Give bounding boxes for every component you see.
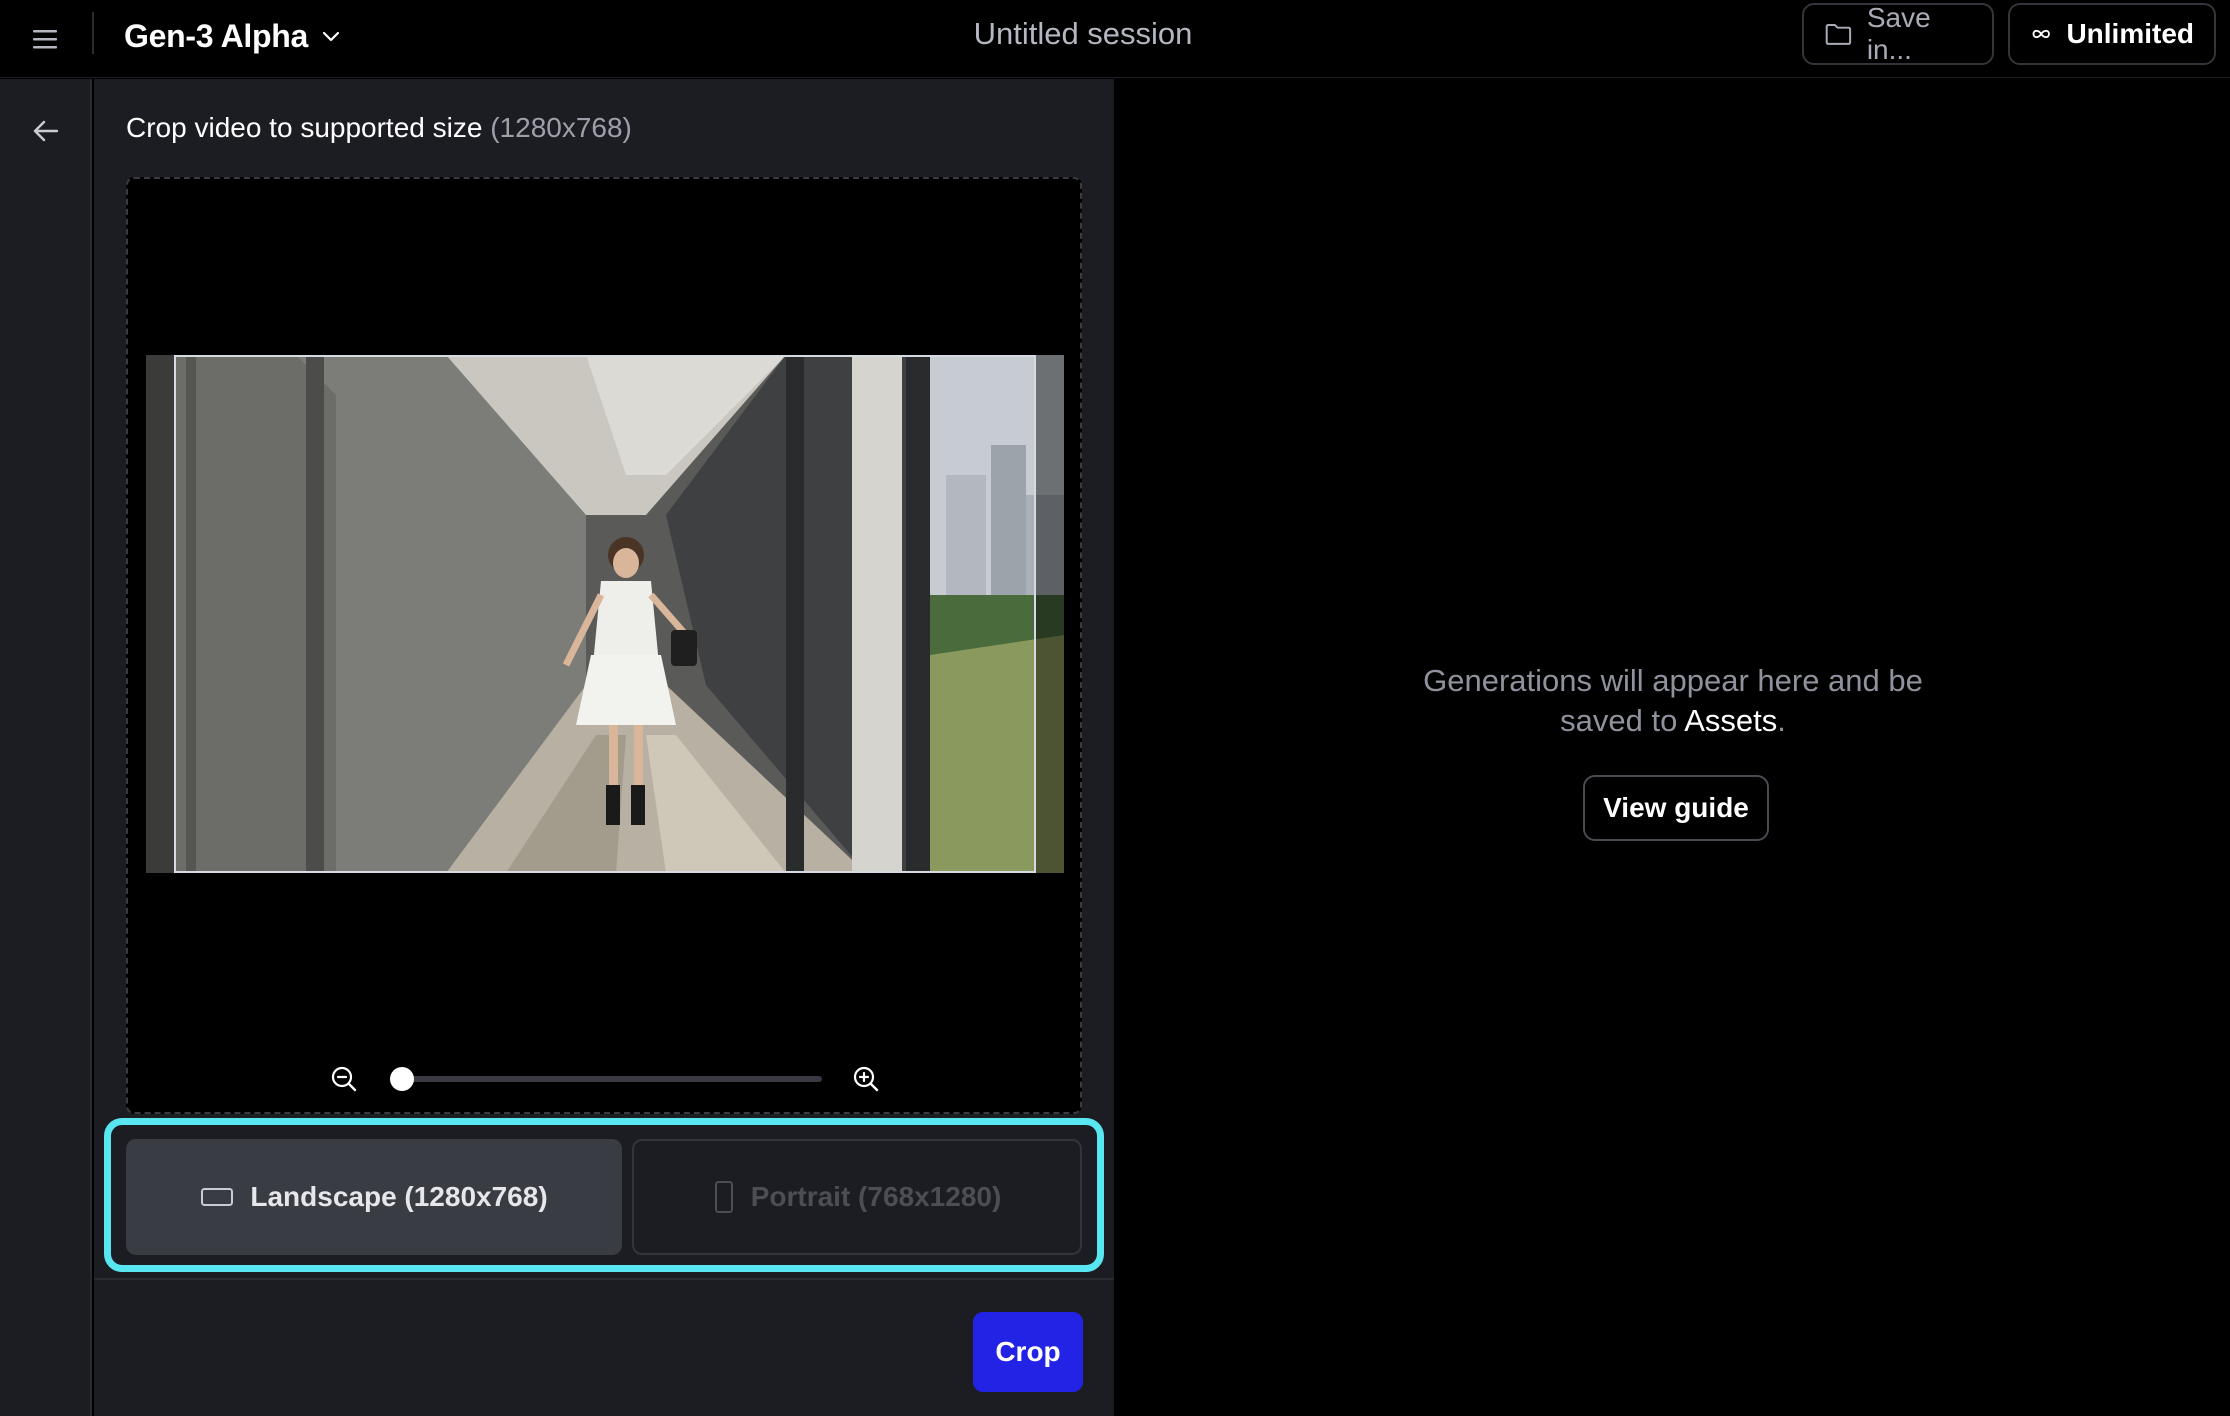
generations-empty-state: Generations will appear here and be save…: [1116, 79, 2230, 1416]
arrow-left-icon: [33, 120, 59, 142]
crop-button[interactable]: Crop: [973, 1312, 1083, 1392]
session-title[interactable]: Untitled session: [974, 16, 1193, 52]
empty-state-line-1: Generations will appear here and be: [1423, 663, 1923, 698]
zoom-in-button[interactable]: [850, 1063, 882, 1095]
crop-panel: Crop video to supported size (1280x768): [94, 79, 1114, 1416]
panel-divider: [94, 1278, 1114, 1280]
portrait-option-label: Portrait (768x1280): [750, 1181, 1002, 1212]
empty-state-line-2-suffix: .: [1777, 703, 1786, 738]
crop-shade-left: [146, 355, 174, 873]
landscape-rect-icon: [201, 1188, 234, 1206]
zoom-control: [328, 1059, 884, 1099]
folder-icon: [1825, 24, 1852, 45]
unlimited-label: Unlimited: [2066, 18, 2194, 49]
zoom-out-button[interactable]: [328, 1063, 360, 1095]
app-root: Gen-3 Alpha Untitled session Save in... …: [0, 0, 2230, 1416]
video-preview[interactable]: [146, 355, 1064, 873]
portrait-rect-icon: [714, 1181, 733, 1213]
left-rail: [0, 79, 92, 1416]
landscape-option-label: Landscape (1280x768): [250, 1181, 548, 1212]
crop-title-text: Crop video to supported size: [126, 112, 483, 143]
video-frame-image: [146, 355, 1064, 873]
zoom-in-icon: [853, 1066, 879, 1092]
portrait-option-button[interactable]: Portrait (768x1280): [632, 1139, 1082, 1255]
assets-link[interactable]: Assets: [1684, 703, 1777, 738]
crop-shade-right: [1036, 355, 1064, 873]
crop-title-dims: (1280x768): [490, 112, 632, 143]
crop-panel-title: Crop video to supported size (1280x768): [126, 112, 632, 144]
view-guide-button[interactable]: View guide: [1583, 775, 1769, 841]
empty-state-line-2-prefix: saved to: [1560, 703, 1685, 738]
crop-canvas: [126, 177, 1082, 1114]
empty-state-line-2: saved to Assets.: [1116, 701, 2230, 741]
save-in-label: Save in...: [1866, 2, 1931, 65]
zoom-slider-thumb[interactable]: [390, 1067, 414, 1091]
back-button[interactable]: [22, 107, 70, 155]
infinity-icon: [2032, 29, 2050, 39]
zoom-slider[interactable]: [390, 1067, 822, 1091]
unlimited-plan-button[interactable]: Unlimited: [2008, 3, 2216, 65]
top-bar: Gen-3 Alpha Untitled session Save in... …: [0, 0, 2230, 78]
zoom-out-icon: [331, 1066, 357, 1092]
landscape-option-button[interactable]: Landscape (1280x768): [126, 1139, 622, 1255]
empty-state-message: Generations will appear here and be save…: [1116, 661, 2230, 741]
save-in-button[interactable]: Save in...: [1802, 2, 1994, 65]
